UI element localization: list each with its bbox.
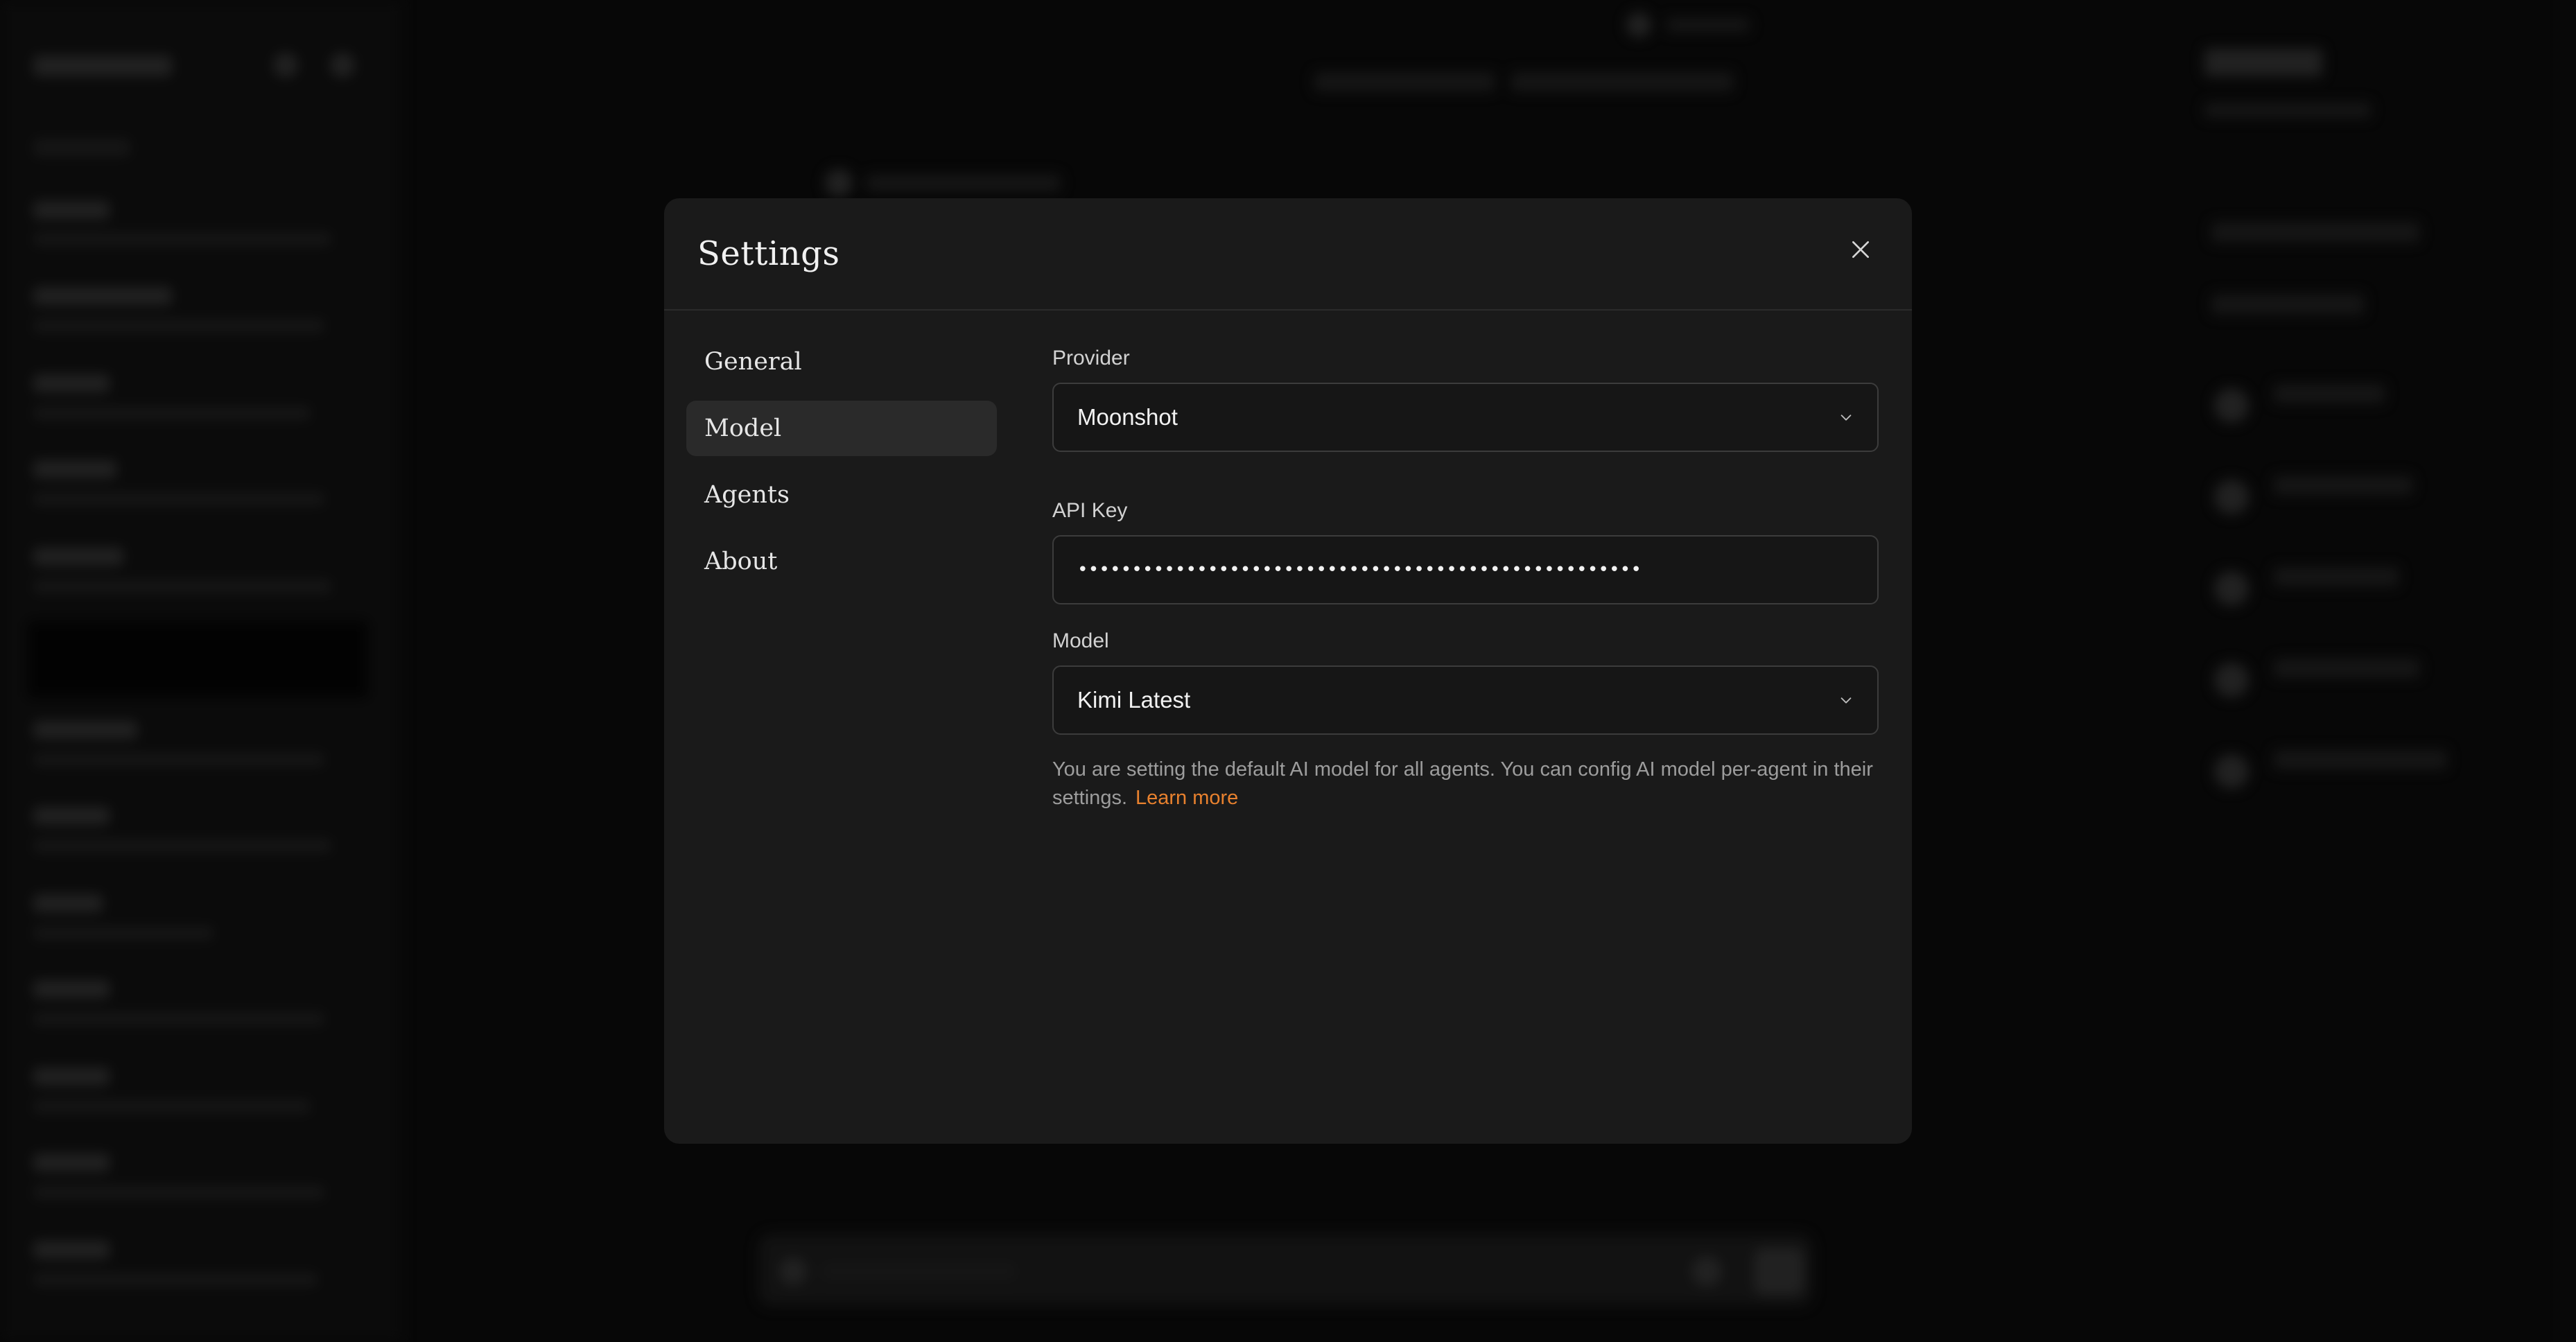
provider-label: Provider xyxy=(1052,347,1130,369)
chevron-down-icon xyxy=(1840,697,1852,704)
model-label: Model xyxy=(1052,629,1109,652)
provider-value: Moonshot xyxy=(1077,404,1178,430)
api-key-input[interactable] xyxy=(1052,535,1879,604)
learn-more-link[interactable]: Learn more xyxy=(1135,787,1238,809)
chevron-down-icon xyxy=(1840,415,1852,421)
provider-select[interactable]: Moonshot xyxy=(1052,383,1879,452)
model-select[interactable]: Kimi Latest xyxy=(1052,665,1879,735)
modal-header: Settings xyxy=(664,198,1912,311)
model-helper-text: You are setting the default AI model for… xyxy=(1052,756,1879,812)
settings-nav: General Model Agents About xyxy=(686,334,997,600)
api-key-label: API Key xyxy=(1052,499,1128,522)
close-icon xyxy=(1852,241,1869,258)
modal-title: Settings xyxy=(697,234,840,273)
nav-item-about[interactable]: About xyxy=(686,534,997,589)
nav-item-model[interactable]: Model xyxy=(686,401,997,456)
settings-modal: Settings General Model Agents About Prov… xyxy=(664,198,1912,1144)
close-button[interactable] xyxy=(1836,225,1886,274)
nav-item-general[interactable]: General xyxy=(686,334,997,390)
nav-item-agents[interactable]: Agents xyxy=(686,467,997,523)
model-value: Kimi Latest xyxy=(1077,687,1191,713)
